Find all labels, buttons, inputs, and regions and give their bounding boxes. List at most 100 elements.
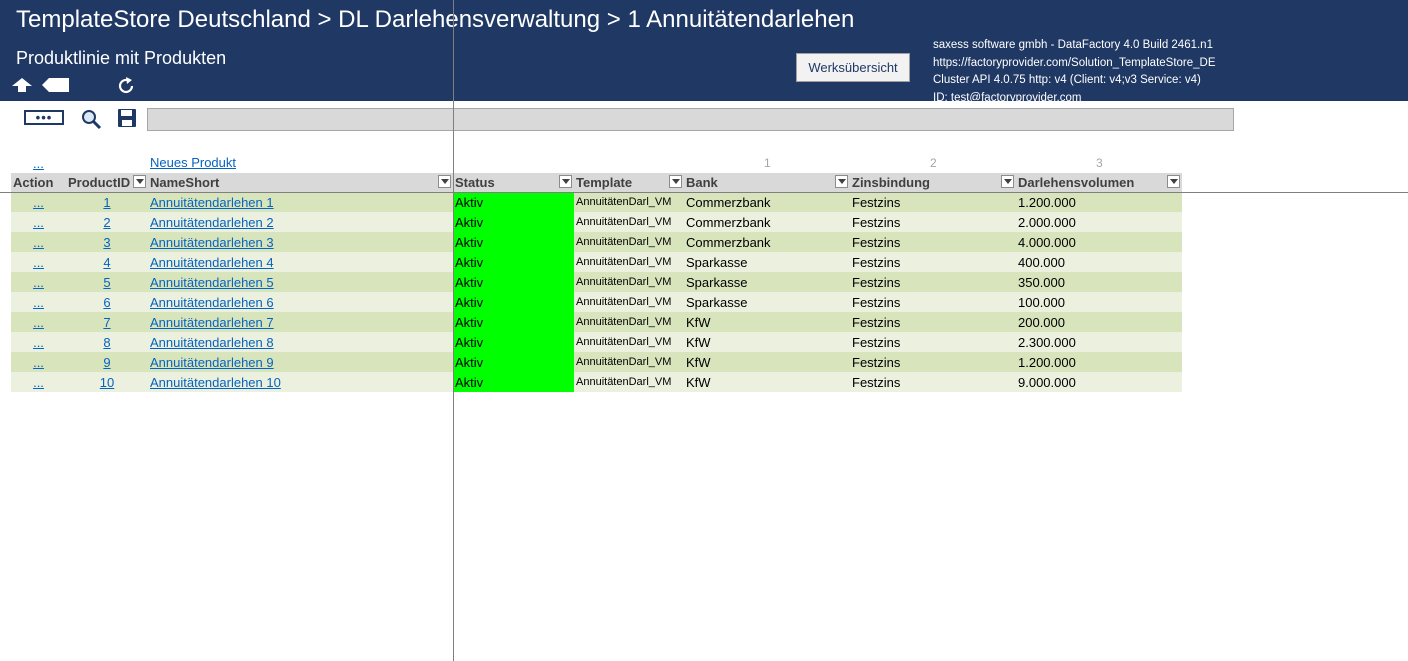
template-cell: AnnuitätenDarl_VM: [576, 216, 672, 228]
row-action-cell: ...: [11, 212, 66, 232]
pane-divider-vertical: [453, 0, 454, 661]
filter-dropdown-icon[interactable]: [835, 175, 848, 188]
zinsbindung-cell: Festzins: [852, 314, 901, 330]
header-zinsbindung: Zinsbindung: [850, 173, 1016, 192]
product-name-link[interactable]: Annuitätendarlehen 9: [150, 355, 274, 370]
status-cell: Aktiv: [455, 214, 484, 230]
product-id-link[interactable]: 10: [100, 375, 114, 390]
status-cell: Aktiv: [455, 314, 484, 330]
product-id-link[interactable]: 3: [103, 235, 110, 250]
header-label: Template: [576, 175, 633, 190]
filter-dropdown-icon[interactable]: [133, 175, 146, 188]
product-id-link[interactable]: 6: [103, 295, 110, 310]
row-action-link[interactable]: ...: [33, 235, 44, 250]
top-action-link[interactable]: ...: [33, 156, 44, 171]
template-cell: AnnuitätenDarl_VM: [574, 212, 684, 232]
product-id-link[interactable]: 4: [103, 255, 110, 270]
zinsbindung-cell: Festzins: [852, 194, 901, 210]
refresh-icon[interactable]: [116, 76, 136, 101]
status-cell: Aktiv: [453, 372, 574, 392]
search-icon[interactable]: [80, 108, 102, 135]
template-cell: AnnuitätenDarl_VM: [574, 272, 684, 292]
product-id-link[interactable]: 5: [103, 275, 110, 290]
product-name-link[interactable]: Annuitätendarlehen 5: [150, 275, 274, 290]
row-action-link[interactable]: ...: [33, 275, 44, 290]
system-info: saxess software gmbh - DataFactory 4.0 B…: [933, 37, 1216, 107]
template-cell: AnnuitätenDarl_VM: [576, 196, 672, 208]
save-icon[interactable]: [117, 108, 137, 133]
product-name-cell: Annuitätendarlehen 3: [148, 232, 453, 252]
status-cell: Aktiv: [453, 232, 574, 252]
product-name-cell: Annuitätendarlehen 4: [148, 252, 453, 272]
formula-bar[interactable]: [147, 108, 1234, 131]
darlehensvolumen-cell: 2.000.000: [1016, 212, 1182, 232]
darlehensvolumen-cell: 9.000.000: [1018, 374, 1076, 390]
product-id-link[interactable]: 9: [103, 355, 110, 370]
filter-dropdown-icon[interactable]: [1167, 175, 1180, 188]
more-options-button[interactable]: •••: [24, 110, 64, 125]
template-cell: AnnuitätenDarl_VM: [574, 372, 684, 392]
row-action-link[interactable]: ...: [33, 315, 44, 330]
status-cell: Aktiv: [455, 194, 484, 210]
header-label: Status: [455, 175, 495, 190]
product-id-link[interactable]: 8: [103, 335, 110, 350]
product-id-link[interactable]: 1: [103, 195, 110, 210]
product-name-link[interactable]: Annuitätendarlehen 8: [150, 335, 274, 350]
page-subtitle: Produktlinie mit Produkten: [16, 48, 227, 68]
row-action-link[interactable]: ...: [33, 255, 44, 270]
row-action-cell: ...: [11, 292, 66, 312]
template-cell: AnnuitätenDarl_VM: [574, 292, 684, 312]
product-id-cell: 7: [66, 312, 148, 332]
new-product-link[interactable]: Neues Produkt: [150, 155, 236, 170]
bank-cell: Commerzbank: [686, 234, 771, 250]
pane-divider-horizontal: [0, 192, 1408, 193]
filter-dropdown-icon[interactable]: [669, 175, 682, 188]
row-action-link[interactable]: ...: [33, 215, 44, 230]
product-name-link[interactable]: Annuitätendarlehen 4: [150, 255, 274, 270]
table-row: ... 9 Annuitätendarlehen 9 Aktiv AnnuitätenD…: [11, 352, 1182, 372]
row-action-cell: ...: [11, 332, 66, 352]
row-action-link[interactable]: ...: [33, 375, 44, 390]
product-id-cell: 6: [66, 292, 148, 312]
back-tag-icon[interactable]: [42, 78, 70, 97]
product-name-link[interactable]: Annuitätendarlehen 2: [150, 215, 274, 230]
row-action-link[interactable]: ...: [33, 295, 44, 310]
row-action-link[interactable]: ...: [33, 355, 44, 370]
bank-cell: KfW: [686, 374, 711, 390]
zinsbindung-cell: Festzins: [850, 352, 1016, 372]
product-name-link[interactable]: Annuitätendarlehen 1: [150, 195, 274, 210]
page-title: TemplateStore Deutschland > DL Darlehens…: [16, 6, 855, 33]
werksuebersicht-button[interactable]: Werksübersicht: [796, 53, 910, 82]
template-cell: AnnuitätenDarl_VM: [576, 316, 672, 328]
row-action-link[interactable]: ...: [33, 335, 44, 350]
product-name-link[interactable]: Annuitätendarlehen 7: [150, 315, 274, 330]
home-arrow-icon[interactable]: [11, 76, 33, 99]
product-id-cell: 8: [66, 332, 148, 352]
product-id-link[interactable]: 2: [103, 215, 110, 230]
filter-dropdown-icon[interactable]: [1001, 175, 1014, 188]
product-name-cell: Annuitätendarlehen 10: [148, 372, 453, 392]
filter-dropdown-icon[interactable]: [438, 175, 451, 188]
header-darlehensvolumen: Darlehensvolumen: [1016, 173, 1182, 192]
info-url: https://factoryprovider.com/Solution_Tem…: [933, 56, 1216, 69]
zinsbindung-cell: Festzins: [850, 372, 1016, 392]
bank-cell: KfW: [686, 334, 711, 350]
bank-cell: Commerzbank: [684, 192, 850, 212]
darlehensvolumen-cell: 9.000.000: [1016, 372, 1182, 392]
header-label: ProductID: [68, 175, 131, 190]
status-cell: Aktiv: [455, 294, 484, 310]
template-cell: AnnuitätenDarl_VM: [576, 236, 672, 248]
row-action-cell: ...: [11, 352, 66, 372]
column-number: 3: [1096, 156, 1103, 170]
row-action-link[interactable]: ...: [33, 195, 44, 210]
product-name-link[interactable]: Annuitätendarlehen 10: [150, 375, 281, 390]
darlehensvolumen-cell: 2.300.000: [1018, 334, 1076, 350]
product-id-link[interactable]: 7: [103, 315, 110, 330]
status-cell: Aktiv: [453, 352, 574, 372]
filter-dropdown-icon[interactable]: [559, 175, 572, 188]
product-name-link[interactable]: Annuitätendarlehen 6: [150, 295, 274, 310]
template-cell: AnnuitätenDarl_VM: [574, 252, 684, 272]
zinsbindung-cell: Festzins: [850, 232, 1016, 252]
darlehensvolumen-cell: 2.300.000: [1016, 332, 1182, 352]
product-name-link[interactable]: Annuitätendarlehen 3: [150, 235, 274, 250]
